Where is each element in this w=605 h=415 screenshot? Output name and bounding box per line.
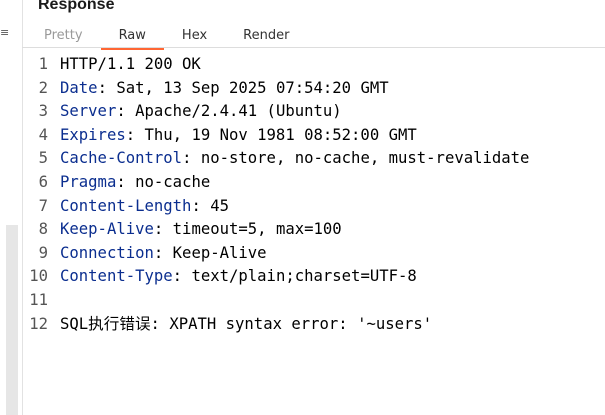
line-number: 7 — [38, 196, 48, 215]
header-value: text/plain;charset=UTF-8 — [191, 267, 417, 286]
header-separator: : — [172, 267, 192, 286]
header-value: no-store, no-cache, must-revalidate — [200, 149, 530, 168]
line-number: 3 — [38, 102, 48, 121]
code-line: 2 Date: Sat, 13 Sep 2025 07:54:20 GMT — [22, 77, 605, 101]
code-line: 10 Content-Type: text/plain;charset=UTF-8 — [22, 265, 605, 289]
line-number: 11 — [29, 290, 48, 309]
tab-hex[interactable]: Hex — [164, 24, 225, 48]
tab-raw[interactable]: Raw — [100, 24, 165, 50]
header-separator: : — [153, 220, 173, 239]
tab-pretty[interactable]: Pretty — [26, 24, 101, 48]
header-name: Content-Type — [60, 267, 173, 286]
line-text: Pragma: no-cache — [60, 171, 210, 195]
line-number: 1 — [38, 55, 48, 73]
line-number: 6 — [38, 172, 48, 191]
tab-render[interactable]: Render — [225, 24, 307, 48]
line-text: Expires: Thu, 19 Nov 1981 08:52:00 GMT — [60, 124, 417, 148]
tabs-divider — [22, 47, 605, 48]
line-text: Connection: Keep-Alive — [60, 242, 267, 266]
header-name: Keep-Alive — [60, 220, 154, 239]
line-text: SQL执行错误: XPATH syntax error: '~users' — [60, 314, 433, 333]
line-number: 2 — [38, 78, 48, 97]
response-panel: ≡ Response Pretty Raw Hex Render 1 HTTP/1… — [0, 0, 605, 415]
raw-response-editor[interactable]: 1 HTTP/1.1 200 OK 2 Date: Sat, 13 Sep 2025 … — [22, 53, 605, 415]
line-text: Server: Apache/2.4.41 (Ubuntu) — [60, 100, 342, 124]
code-line: 8 Keep-Alive: timeout=5, max=100 — [22, 218, 605, 242]
header-name: Expires — [60, 125, 126, 144]
line-text: Date: Sat, 13 Sep 2025 07:54:20 GMT — [60, 77, 389, 101]
header-separator: : — [125, 125, 145, 144]
line-text: HTTP/1.1 200 OK — [60, 55, 201, 73]
line-number: 9 — [38, 243, 48, 262]
code-line: 11 — [22, 289, 605, 313]
left-panel-edge: ≡ — [0, 0, 22, 415]
header-name: Connection — [60, 243, 154, 262]
code-line: 1 HTTP/1.1 200 OK — [22, 53, 605, 77]
header-name: Server — [60, 102, 117, 121]
header-separator: : — [182, 149, 201, 168]
header-name: Pragma — [60, 172, 117, 191]
code-line: 7 Content-Length: 45 — [22, 195, 605, 219]
code-line: 5 Cache-Control: no-store, no-cache, must… — [22, 147, 605, 171]
panel-title: Response — [38, 0, 115, 13]
header-separator: : — [116, 172, 136, 191]
header-value: Thu, 19 Nov 1981 08:52:00 GMT — [144, 125, 417, 144]
header-value: 45 — [210, 196, 229, 215]
code-line: 9 Connection: Keep-Alive — [22, 242, 605, 266]
header-name: Cache-Control — [60, 149, 183, 168]
code-line: 12 SQL执行错误: XPATH syntax error: '~users' — [22, 313, 605, 337]
header-name: Content-Length — [60, 196, 192, 215]
code-line: 6 Pragma: no-cache — [22, 171, 605, 195]
line-number: 10 — [29, 267, 48, 286]
line-number: 5 — [38, 149, 48, 168]
header-value: no-cache — [135, 172, 211, 191]
header-value: Sat, 13 Sep 2025 07:54:20 GMT — [116, 78, 389, 97]
line-number: 8 — [38, 220, 48, 239]
code-line: 4 Expires: Thu, 19 Nov 1981 08:52:00 GMT — [22, 124, 605, 148]
line-text: Cache-Control: no-store, no-cache, must-… — [60, 147, 529, 171]
header-separator: : — [191, 196, 211, 215]
header-name: Date — [60, 78, 98, 97]
line-number: 4 — [38, 125, 48, 144]
header-value: timeout=5, max=100 — [172, 220, 342, 239]
header-value: Keep-Alive — [172, 243, 267, 262]
header-separator: : — [97, 78, 117, 97]
header-value: Apache/2.4.41 (Ubuntu) — [135, 102, 342, 121]
line-number: 12 — [29, 314, 48, 333]
left-scrollbar[interactable] — [6, 225, 18, 415]
line-text: Content-Length: 45 — [60, 195, 229, 219]
line-text: Keep-Alive: timeout=5, max=100 — [60, 218, 342, 242]
code-line: 3 Server: Apache/2.4.41 (Ubuntu) — [22, 100, 605, 124]
header-separator: : — [116, 102, 136, 121]
line-text: Content-Type: text/plain;charset=UTF-8 — [60, 265, 417, 289]
view-tabs: Pretty Raw Hex Render — [26, 24, 307, 50]
collapse-icon[interactable]: ≡ — [0, 26, 9, 39]
header-separator: : — [153, 243, 173, 262]
